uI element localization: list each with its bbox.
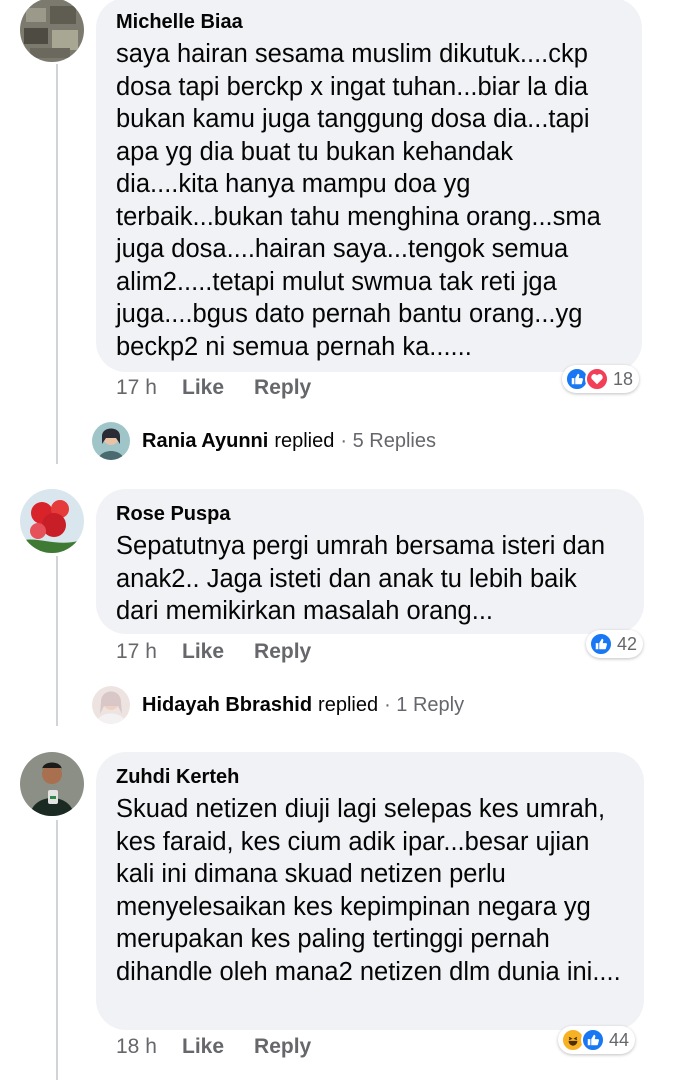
like-button[interactable]: Like [182,376,224,400]
comment-text: Sepatutnya pergi umrah bersama isteri da… [116,532,606,625]
comment-timestamp[interactable]: 17 h [116,376,182,400]
view-replies-link[interactable]: Rania Ayunni replied · 5 Replies [92,422,436,460]
comment-bubble: Zuhdi Kerteh Skuad netizen diuji lagi se… [96,752,644,1030]
reaction-summary[interactable]: 42 [586,630,644,658]
replied-label: replied [274,429,335,452]
avatar [92,422,130,460]
comment-timestamp[interactable]: 18 h [116,1035,182,1059]
reaction-summary[interactable]: 18 [562,365,640,393]
reply-author[interactable]: Rania Ayunni [142,430,268,453]
comment-text: Skuad netizen diuji lagi selepas kes umr… [116,795,621,986]
love-reaction-icon [585,367,609,391]
comment-author[interactable]: Rose Puspa [116,502,624,526]
reply-button[interactable]: Reply [254,640,311,664]
reaction-count: 18 [613,368,634,389]
reaction-count: 44 [609,1029,630,1050]
like-reaction-icon [589,632,613,656]
comment-actions: 17 h Like Reply [116,376,311,400]
comment-actions: 18 h Like Reply [116,1035,311,1059]
avatar [92,686,130,724]
thread-line [56,820,58,1080]
view-replies-link[interactable]: Hidayah Bbrashid replied · 1 Reply [92,686,464,724]
reply-button[interactable]: Reply [254,1035,311,1059]
like-reaction-icon [581,1028,605,1052]
reply-count[interactable]: · 5 Replies [340,430,436,453]
reply-button[interactable]: Reply [254,376,311,400]
thread-line [56,64,58,464]
reaction-count: 42 [617,633,638,654]
comment-text: saya hairan sesama muslim dikutuk....ckp… [116,40,601,361]
like-button[interactable]: Like [182,1035,224,1059]
reply-author[interactable]: Hidayah Bbrashid [142,694,312,717]
reaction-summary[interactable]: 44 [558,1026,636,1054]
avatar[interactable] [20,489,84,553]
thread-line [56,556,58,726]
comments-thread: Michelle Biaa saya hairan sesama muslim … [0,0,680,1080]
comment-timestamp[interactable]: 17 h [116,640,182,664]
comment-bubble: Michelle Biaa saya hairan sesama muslim … [96,0,642,372]
avatar[interactable] [20,752,84,816]
comment-author[interactable]: Michelle Biaa [116,10,622,34]
like-button[interactable]: Like [182,640,224,664]
comment-actions: 17 h Like Reply [116,640,311,664]
comment-author[interactable]: Zuhdi Kerteh [116,765,624,789]
reply-count[interactable]: · 1 Reply [384,694,464,717]
avatar[interactable] [20,0,84,62]
replied-label: replied [318,693,379,716]
comment-bubble: Rose Puspa Sepatutnya pergi umrah bersam… [96,489,644,634]
